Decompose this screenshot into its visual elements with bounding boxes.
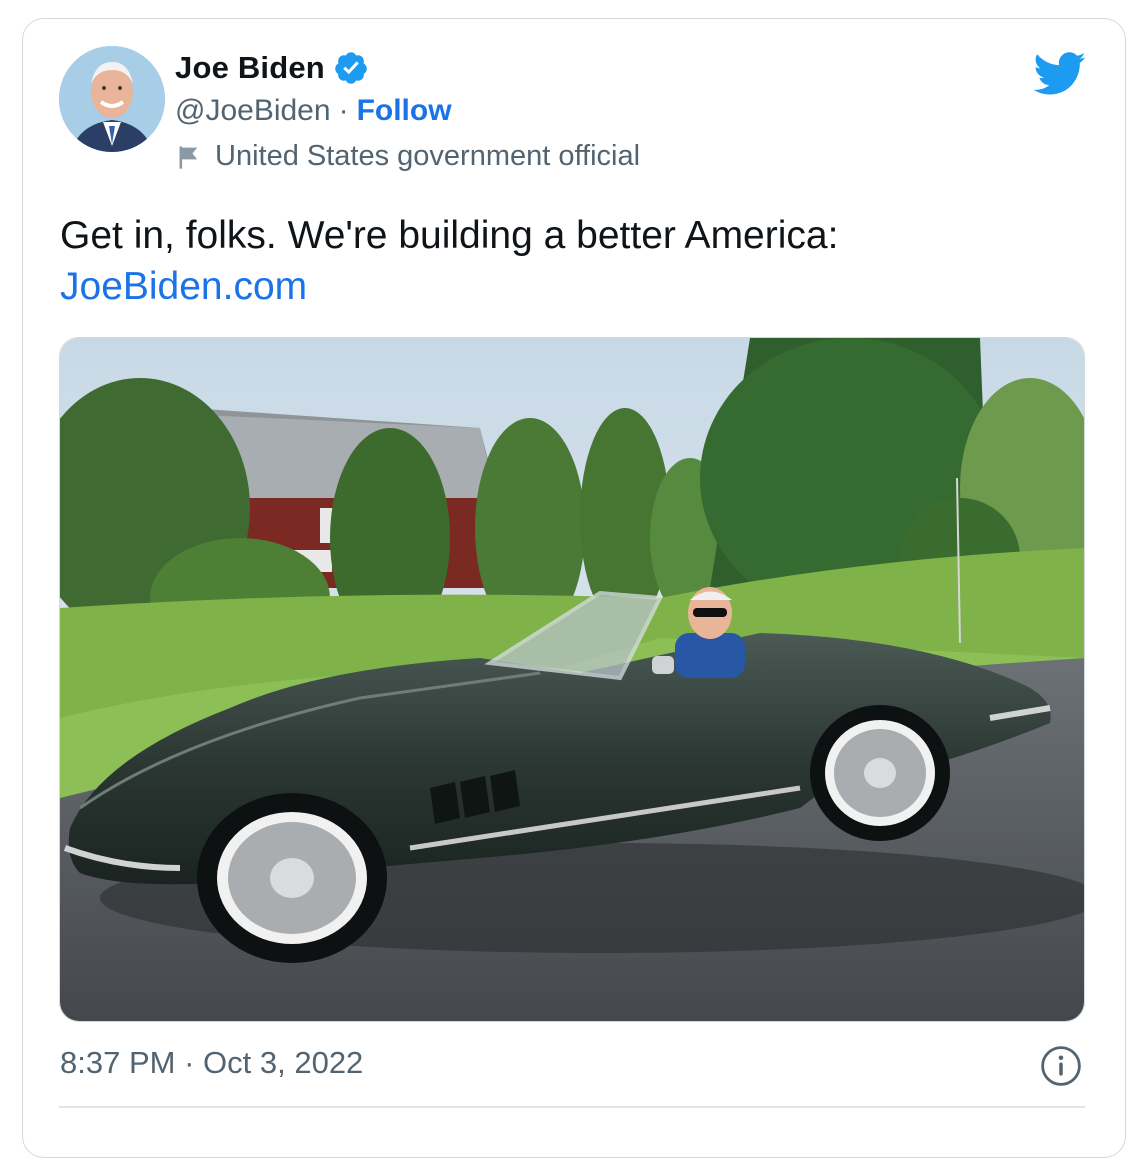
- follow-button[interactable]: Follow: [357, 94, 452, 128]
- author-name[interactable]: Joe Biden: [175, 50, 325, 86]
- tweet-text: Get in, folks. We're building a better A…: [60, 210, 1060, 312]
- flag-icon: [179, 146, 198, 169]
- divider: [59, 1106, 1085, 1108]
- avatar[interactable]: [59, 46, 165, 152]
- account-label: United States government official: [215, 140, 641, 172]
- tweet-body: Get in, folks. We're building a better A…: [60, 214, 839, 257]
- handle-row: @JoeBiden · Follow: [175, 94, 452, 128]
- timestamp-separator: ·: [184, 1045, 195, 1080]
- tweet-link[interactable]: JoeBiden.com: [60, 261, 1060, 312]
- timestamp[interactable]: 8:37 PM · Oct 3, 2022: [60, 1045, 363, 1081]
- info-icon[interactable]: [1040, 1045, 1082, 1087]
- author-name-row: Joe Biden: [175, 50, 369, 86]
- author-handle[interactable]: @JoeBiden: [175, 94, 331, 128]
- twitter-bird-icon[interactable]: [1033, 52, 1087, 96]
- separator-dot: ·: [338, 94, 349, 127]
- tweet-time: 8:37 PM: [60, 1045, 176, 1080]
- photo-scene: [60, 338, 1084, 1021]
- tweet-photo[interactable]: [59, 337, 1085, 1022]
- account-label-row: United States government official: [175, 140, 640, 173]
- tweet-date: Oct 3, 2022: [203, 1045, 364, 1080]
- verified-badge-icon: [333, 50, 369, 86]
